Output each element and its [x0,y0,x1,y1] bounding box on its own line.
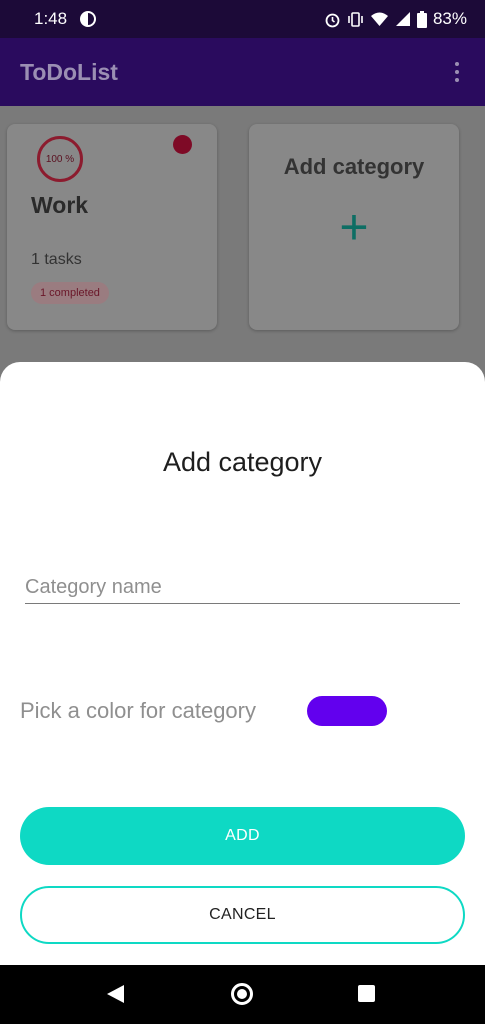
status-time: 1:48 [34,9,68,28]
home-icon[interactable] [231,983,253,1005]
category-name-input[interactable] [25,572,460,604]
wifi-icon [370,11,389,28]
app-bar: ToDoList [0,38,485,106]
add-category-card-title: Add category [283,154,425,179]
app-notification-icon [79,10,97,28]
category-name: Work [31,192,89,218]
vibrate-icon [347,11,364,28]
signal-icon [395,11,411,27]
battery-percent: 83% [432,9,467,28]
category-card-work[interactable]: 100 % Work 1 tasks 1 completed [7,124,217,330]
completed-badge-label: 1 completed [40,287,100,299]
add-button[interactable]: ADD [20,807,465,865]
category-color-dot [173,135,192,154]
color-picker-label: Pick a color for category [20,698,256,723]
battery-icon [416,10,427,28]
add-button-label: ADD [225,827,260,844]
overflow-menu-icon[interactable] [449,56,465,88]
add-category-card[interactable]: Add category + [249,124,459,330]
plus-icon: + [339,199,369,255]
add-category-sheet: Add category Pick a color for category A… [0,362,485,965]
completed-badge: 1 completed [31,282,109,304]
cancel-button[interactable]: CANCEL [20,886,465,944]
navigation-bar [0,965,485,1024]
dialog-title: Add category [162,447,323,477]
recents-icon[interactable] [358,985,375,1002]
progress-label: 100 % [45,153,75,165]
app-title: ToDoList [20,58,118,85]
category-grid: 100 % Work 1 tasks 1 completed Add categ… [0,106,485,366]
color-picker-swatch[interactable] [307,696,387,726]
back-icon[interactable] [107,985,124,1003]
task-count: 1 tasks [31,251,82,268]
status-bar: 1:48 83% [0,0,485,38]
cancel-button-label: CANCEL [209,906,276,923]
progress-ring: 100 % [37,136,83,182]
alarm-icon [324,11,341,28]
